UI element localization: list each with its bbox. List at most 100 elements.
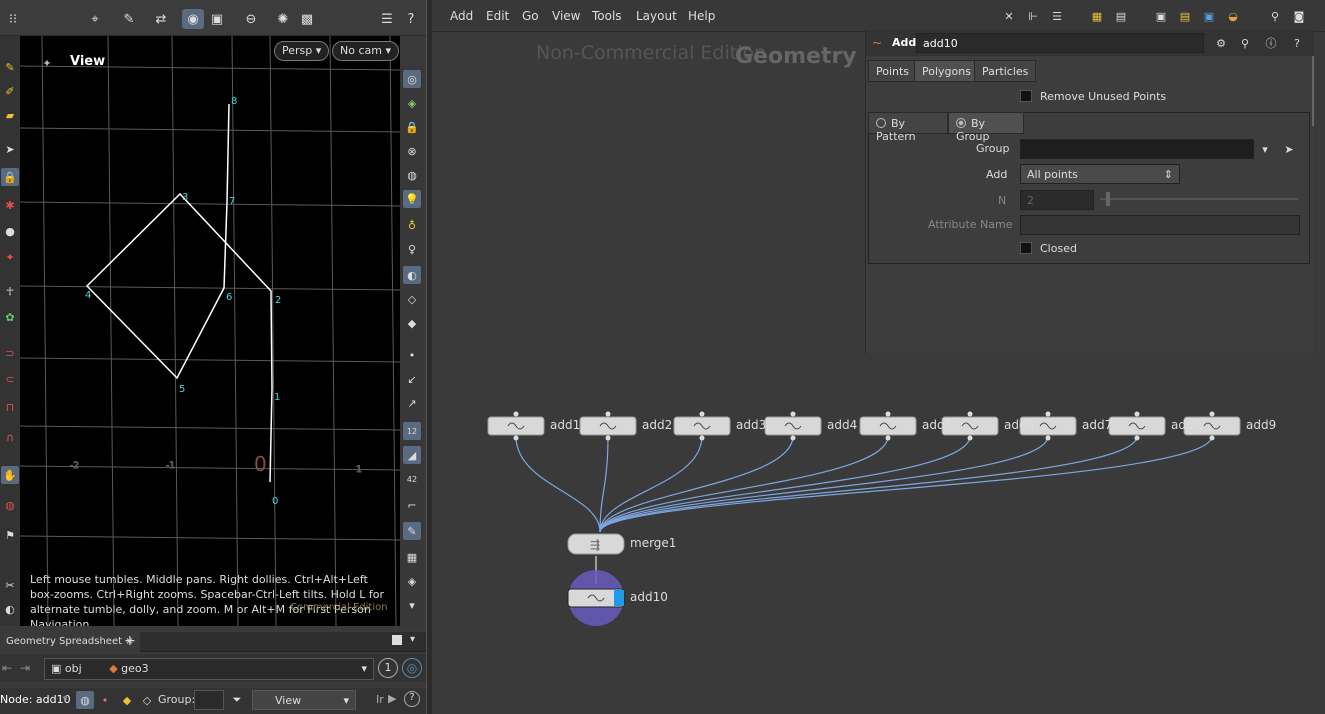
- view-tool-icon[interactable]: ◉: [182, 9, 204, 29]
- hook-icon[interactable]: ⊂: [1, 370, 19, 388]
- attr-name-field[interactable]: [1020, 215, 1300, 235]
- path-obj[interactable]: obj: [65, 662, 82, 675]
- primitives-mode-icon[interactable]: ◆: [118, 691, 136, 709]
- intrinsic-label[interactable]: Ir: [376, 693, 384, 706]
- path-geo[interactable]: geo3: [121, 662, 148, 675]
- eraser-icon[interactable]: ▰: [1, 106, 19, 124]
- link-icon[interactable]: ◎: [402, 658, 422, 678]
- detail-mode-icon[interactable]: ◇: [138, 691, 156, 709]
- back-icon[interactable]: ⇤: [2, 661, 12, 675]
- tab-particles[interactable]: Particles: [974, 60, 1037, 82]
- node-input[interactable]: [790, 411, 796, 417]
- eye-icon[interactable]: ◎: [403, 70, 421, 88]
- help-icon[interactable]: ?: [400, 9, 422, 29]
- pencil-icon[interactable]: ✎: [1, 58, 19, 76]
- brush-icon[interactable]: ✐: [1, 82, 19, 100]
- maximize-icon[interactable]: [392, 635, 402, 645]
- normal-icon[interactable]: ↙: [403, 370, 421, 388]
- forward-icon[interactable]: ⇥: [20, 661, 30, 675]
- node-input[interactable]: [513, 411, 519, 417]
- lock-icon[interactable]: 🔒: [403, 118, 421, 136]
- prim-display-icon[interactable]: ◢: [403, 446, 421, 464]
- transform-icon[interactable]: ⇄: [150, 9, 172, 29]
- bulb-icon[interactable]: ♁: [403, 216, 421, 234]
- gear-icon[interactable]: ⚙: [1212, 34, 1230, 52]
- shading-icon[interactable]: ◐: [403, 266, 421, 284]
- tab-by-group[interactable]: By Group: [948, 112, 1024, 143]
- n-slider-handle[interactable]: [1106, 192, 1110, 206]
- view-dropdown[interactable]: View ▾: [252, 690, 356, 710]
- filter-icon[interactable]: ⏷: [228, 691, 246, 709]
- horseshoe-icon[interactable]: ∩: [1, 428, 19, 446]
- sphere-icon[interactable]: ●: [1, 222, 19, 240]
- remove-unused-checkbox[interactable]: [1020, 90, 1032, 102]
- group-dropdown-icon[interactable]: ▾: [1256, 140, 1274, 158]
- search-icon[interactable]: ⚲: [1236, 34, 1254, 52]
- tab-by-pattern[interactable]: By Pattern: [868, 112, 948, 143]
- add-tab-icon[interactable]: +: [124, 633, 136, 649]
- closed-checkbox[interactable]: [1020, 242, 1032, 254]
- uv-icon[interactable]: ⌐: [403, 496, 421, 514]
- node-output[interactable]: [967, 435, 973, 441]
- render-icon[interactable]: ✺: [272, 9, 294, 29]
- param-scrollbar[interactable]: [1312, 56, 1314, 126]
- vector-icon[interactable]: ↗: [403, 394, 421, 412]
- pin-icon[interactable]: ⊓: [1, 398, 19, 416]
- hide-icon[interactable]: ⊗: [403, 142, 421, 160]
- paint-icon[interactable]: ✿: [1, 308, 19, 326]
- attach-icon[interactable]: ⊃: [1, 344, 19, 362]
- light-icon[interactable]: 💡: [403, 190, 421, 208]
- node-output[interactable]: [1045, 435, 1051, 441]
- help-icon[interactable]: ?: [404, 691, 420, 707]
- skeleton-icon[interactable]: ☥: [1, 282, 19, 300]
- stop-icon[interactable]: ⊖: [240, 9, 262, 29]
- path-field[interactable]: ▣ obj ◆ geo3 ▾: [44, 658, 374, 680]
- node-output[interactable]: [885, 435, 891, 441]
- node-input[interactable]: [1134, 411, 1140, 417]
- 3d-viewport[interactable]: -2 -1 1 View ✦ Persp ▾ No cam ▾ 012345678 …: [20, 36, 400, 626]
- node-output[interactable]: [790, 435, 796, 441]
- scroll-down-icon[interactable]: ▾: [403, 596, 421, 614]
- node-output[interactable]: [513, 435, 519, 441]
- node-output[interactable]: [699, 435, 705, 441]
- n-param-field[interactable]: 2: [1020, 190, 1094, 210]
- pane-menu-icon[interactable]: ▾: [410, 634, 415, 645]
- path-dropdown-icon[interactable]: ▾: [361, 662, 367, 675]
- help-icon[interactable]: ?: [1288, 34, 1306, 52]
- add-menu[interactable]: All points ⇕: [1020, 164, 1180, 184]
- select-arrow-icon[interactable]: ➤: [1280, 140, 1298, 158]
- scissors-icon[interactable]: ✂: [1, 576, 19, 594]
- display-list-icon[interactable]: ☰: [376, 9, 398, 29]
- flag-icon[interactable]: ⚑: [1, 526, 19, 544]
- display-options-icon[interactable]: ▩: [296, 9, 318, 29]
- node-dropdown-icon[interactable]: ◂: [62, 692, 67, 703]
- display-flag[interactable]: [614, 590, 624, 606]
- node-input[interactable]: [885, 411, 891, 417]
- node-output[interactable]: [1209, 435, 1215, 441]
- group-filter-field[interactable]: [194, 690, 224, 710]
- arrow-select-icon[interactable]: ➤: [1, 140, 19, 158]
- wireframe-icon[interactable]: ◇: [403, 290, 421, 308]
- n-slider-track[interactable]: [1100, 198, 1298, 200]
- record-icon[interactable]: ◍: [1, 496, 19, 514]
- ghost-icon[interactable]: ◈: [403, 94, 421, 112]
- node-input[interactable]: [1045, 411, 1051, 417]
- points-mode-icon[interactable]: ◍: [76, 691, 94, 709]
- handle-icon[interactable]: ✎: [118, 9, 140, 29]
- node-input[interactable]: [1209, 411, 1215, 417]
- node-input[interactable]: [605, 411, 611, 417]
- bone-icon[interactable]: ✦: [1, 248, 19, 266]
- vertex-numbers-icon[interactable]: 42: [403, 470, 421, 488]
- group-param-field[interactable]: [1020, 139, 1254, 159]
- shaded-wire-icon[interactable]: ◆: [403, 314, 421, 332]
- texture-icon[interactable]: ✎: [403, 522, 421, 540]
- camera-dropdown[interactable]: No cam ▾: [332, 41, 399, 61]
- node-name-field[interactable]: add10: [916, 33, 1204, 53]
- more-icon[interactable]: ▶: [388, 692, 396, 705]
- headlight-icon[interactable]: ♀: [403, 240, 421, 258]
- lens-icon[interactable]: ◍: [403, 166, 421, 184]
- magnet-icon[interactable]: ✱: [1, 196, 19, 214]
- persp-dropdown[interactable]: Persp ▾: [274, 41, 330, 61]
- tab-polygons[interactable]: Polygons: [914, 60, 979, 82]
- tab-geometry-spreadsheet[interactable]: Geometry Spreadsheet ×: [0, 632, 140, 652]
